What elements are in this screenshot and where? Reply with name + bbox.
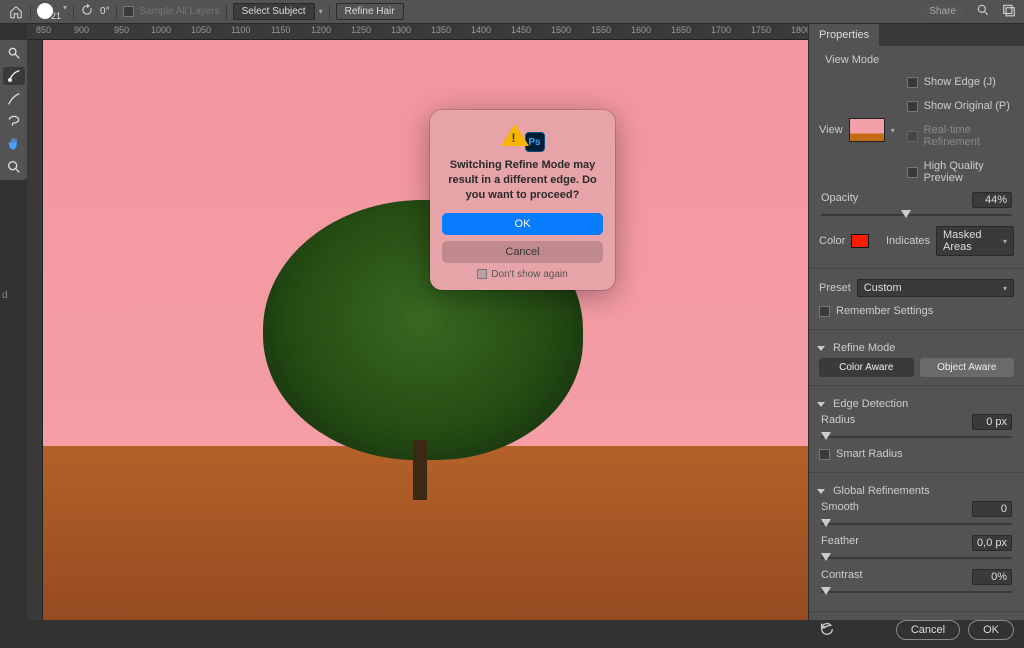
radius-field[interactable]: 0 px: [972, 414, 1012, 430]
color-aware-button[interactable]: Color Aware: [819, 358, 914, 377]
brush-preview[interactable]: 21 ▾: [37, 3, 67, 21]
object-aware-button[interactable]: Object Aware: [920, 358, 1015, 377]
smooth-slider[interactable]: [821, 519, 1012, 529]
remember-checkbox[interactable]: [819, 306, 830, 317]
smart-radius-label: Smart Radius: [836, 448, 903, 460]
smart-radius-checkbox[interactable]: [819, 449, 830, 460]
ruler-horizontal: 850900950 100010501100 115012001250 1300…: [27, 24, 808, 40]
brush-tool-icon[interactable]: [3, 89, 25, 108]
show-original-label: Show Original (P): [924, 100, 1010, 112]
home-icon[interactable]: [8, 4, 24, 20]
indicates-label: Indicates: [886, 235, 930, 247]
chevron-down-icon[interactable]: [817, 402, 825, 407]
workspace-icon[interactable]: [1002, 3, 1016, 20]
sample-all-layers-label: Sample All Layers: [140, 6, 220, 17]
remember-label: Remember Settings: [836, 305, 933, 317]
show-edge-label: Show Edge (J): [924, 76, 996, 88]
warning-icon: [501, 124, 529, 146]
image-preview: [43, 40, 808, 620]
confirm-dialog: Ps Switching Refine Mode may result in a…: [430, 110, 615, 290]
dialog-ok-button[interactable]: OK: [442, 213, 603, 235]
canvas[interactable]: [43, 40, 808, 620]
indicates-dropdown[interactable]: Masked Areas▾: [936, 226, 1014, 256]
smooth-label: Smooth: [821, 501, 859, 517]
edge-detection-heading: Edge Detection: [833, 398, 908, 410]
dont-show-label: Don't show again: [491, 269, 567, 280]
select-and-mask-tools: [0, 40, 27, 180]
feather-field[interactable]: 0,0 px: [972, 535, 1012, 551]
feather-slider[interactable]: [821, 553, 1012, 563]
contrast-slider[interactable]: [821, 587, 1012, 597]
realtime-label: Real-time Refinement: [924, 124, 1014, 148]
tab-properties[interactable]: Properties: [809, 24, 879, 46]
ruler-vertical: [27, 40, 43, 620]
select-subject-button[interactable]: Select Subject: [233, 3, 315, 20]
angle-field[interactable]: 0°: [100, 6, 110, 17]
quick-select-tool-icon[interactable]: [3, 44, 25, 63]
hq-preview-label: High Quality Preview: [924, 160, 1014, 184]
hq-preview-checkbox[interactable]: [907, 167, 918, 178]
panel-cancel-button[interactable]: Cancel: [896, 620, 960, 640]
view-label: View: [819, 124, 843, 136]
feather-label: Feather: [821, 535, 859, 551]
opacity-slider[interactable]: [821, 210, 1012, 220]
share-button[interactable]: Share: [921, 4, 964, 19]
refine-hair-button[interactable]: Refine Hair: [336, 3, 404, 20]
preset-label: Preset: [819, 282, 851, 294]
options-bar: 21 ▾ 0° Sample All Layers Select Subject…: [0, 0, 1024, 24]
dialog-cancel-button[interactable]: Cancel: [442, 241, 603, 263]
dont-show-checkbox[interactable]: [477, 269, 487, 279]
lasso-tool-icon[interactable]: [3, 112, 25, 131]
opacity-label: Opacity: [821, 192, 858, 208]
refine-mode-heading: Refine Mode: [833, 342, 895, 354]
properties-panel: Properties View Mode View ▾ Show Edge (J…: [808, 24, 1024, 620]
sample-all-layers-checkbox[interactable]: [123, 6, 134, 17]
panel-ok-button[interactable]: OK: [968, 620, 1014, 640]
show-original-checkbox[interactable]: [907, 101, 918, 112]
zoom-tool-icon[interactable]: [3, 157, 25, 176]
smooth-field[interactable]: 0: [972, 501, 1012, 517]
hand-tool-icon[interactable]: [3, 135, 25, 154]
contrast-label: Contrast: [821, 569, 863, 585]
view-thumbnail[interactable]: [849, 118, 885, 142]
radius-slider[interactable]: [821, 432, 1012, 442]
chevron-down-icon[interactable]: [817, 346, 825, 351]
refine-edge-brush-icon[interactable]: [3, 67, 25, 86]
global-refinements-heading: Global Refinements: [833, 485, 930, 497]
rotate-icon[interactable]: [80, 3, 94, 20]
view-mode-heading: View Mode: [825, 54, 1014, 66]
radius-label: Radius: [821, 414, 855, 430]
preset-dropdown[interactable]: Custom▾: [857, 279, 1014, 297]
contrast-field[interactable]: 0%: [972, 569, 1012, 585]
search-icon[interactable]: [976, 3, 990, 20]
reset-icon[interactable]: [819, 621, 835, 640]
color-swatch[interactable]: [851, 234, 869, 248]
chevron-down-icon[interactable]: [817, 489, 825, 494]
show-edge-checkbox[interactable]: [907, 77, 918, 88]
opacity-field[interactable]: 44%: [972, 192, 1012, 208]
realtime-checkbox: [907, 131, 918, 142]
color-label: Color: [819, 235, 845, 247]
dialog-message: Switching Refine Mode may result in a di…: [444, 158, 601, 203]
decorative-text: d: [2, 290, 8, 301]
